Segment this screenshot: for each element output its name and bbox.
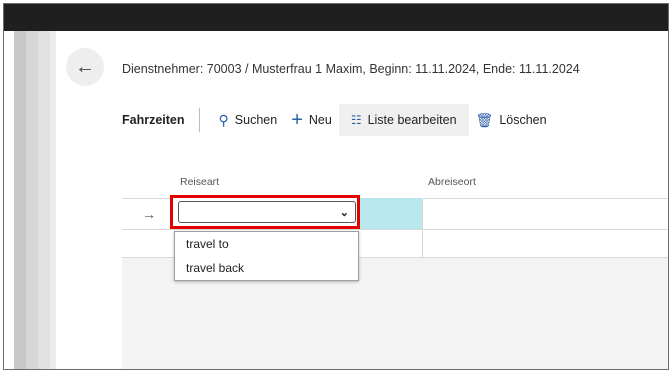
reiseart-dropdown: travel to travel back (174, 231, 359, 281)
column-header-reiseart[interactable]: Reiseart (180, 176, 219, 188)
dropdown-option-travel-to[interactable]: travel to (175, 232, 358, 256)
column-divider (422, 198, 423, 258)
delete-button-label: Löschen (499, 113, 547, 127)
row-divider (122, 229, 668, 230)
list-grid: Reiseart Abreiseort → ⌄ travel to travel… (122, 154, 668, 369)
dropdown-option-travel-back[interactable]: travel back (175, 256, 358, 280)
column-header-abreiseort[interactable]: Abreiseort (428, 176, 476, 188)
search-button-label: Suchen (234, 113, 278, 127)
app-window: ← Dienstnehmer: 70003 / Musterfrau 1 Max… (3, 3, 669, 370)
chevron-down-icon: ⌄ (339, 206, 349, 219)
top-bar (4, 4, 668, 31)
section-title: Fahrzeiten (122, 113, 185, 127)
plus-icon: + (291, 109, 303, 131)
search-button[interactable]: ⚲ Suchen (212, 104, 285, 136)
side-strip (26, 31, 38, 369)
side-strip (14, 31, 26, 369)
edit-list-button-label: Liste bearbeiten (367, 113, 457, 127)
back-arrow-icon: ← (75, 55, 95, 78)
toolbar-divider (198, 108, 200, 132)
toolbar: Fahrzeiten ⚲ Suchen + Neu ☷ Liste bearbe… (122, 104, 554, 136)
side-strip (38, 31, 50, 369)
new-button[interactable]: + Neu (284, 104, 339, 136)
current-row-indicator: → (142, 206, 156, 222)
highlight-box: ⌄ (170, 195, 360, 229)
delete-button[interactable]: 🗑 Löschen (469, 104, 554, 136)
side-strip (50, 31, 56, 369)
page-title: Dienstnehmer: 70003 / Musterfrau 1 Maxim… (122, 62, 580, 76)
search-icon: ⚲ (218, 112, 229, 128)
edit-list-button[interactable]: ☷ Liste bearbeiten (338, 104, 469, 136)
new-button-label: Neu (308, 113, 332, 127)
trash-icon: 🗑 (475, 112, 494, 128)
back-button[interactable]: ← (66, 48, 104, 86)
edit-list-icon: ☷ (350, 113, 362, 127)
reiseart-select[interactable]: ⌄ (178, 201, 356, 223)
